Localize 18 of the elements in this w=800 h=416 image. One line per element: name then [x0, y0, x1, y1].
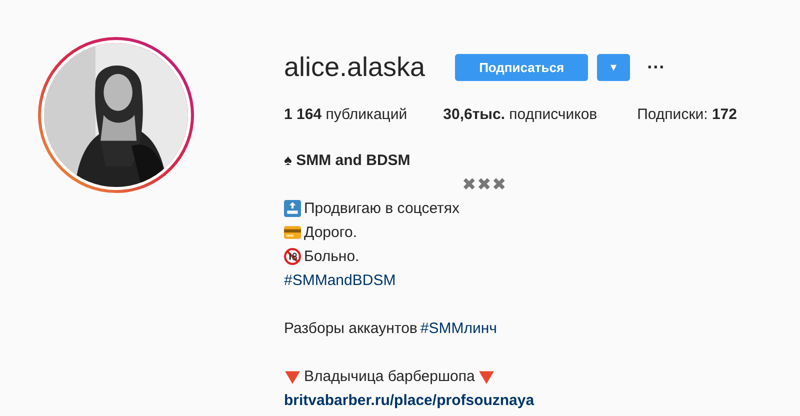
bio-text: Владычица барбершопа [304, 368, 475, 384]
bio-text: Больно. [304, 248, 360, 264]
website-link[interactable]: britvabarber.ru/place/profsouznaya [284, 392, 534, 408]
credit-card-icon [284, 224, 301, 240]
stat[interactable]: 30,6тыс. подписчиков [443, 106, 598, 123]
stat[interactable]: Подписки: 172 [637, 106, 737, 123]
bio-title: ♠ SMM and BDSM [284, 152, 410, 168]
hashtag-link[interactable]: #SMMлинч [420, 320, 497, 336]
bio-text: Продвигаю в соцсетях [304, 200, 460, 216]
no-under-eighteen-icon [284, 248, 301, 264]
bio-text: Разборы аккаунтов [284, 320, 418, 336]
cross-marks: ✖✖✖ [462, 174, 507, 194]
username: alice.alaska [284, 52, 426, 82]
top-icon [284, 200, 301, 216]
bio-text: Дорого. [304, 224, 358, 240]
hashtag-link[interactable]: #SMMandBDSM [284, 272, 396, 288]
stat[interactable]: 1 164 публикаций [284, 106, 408, 123]
more-button[interactable]: ··· [643, 56, 670, 78]
